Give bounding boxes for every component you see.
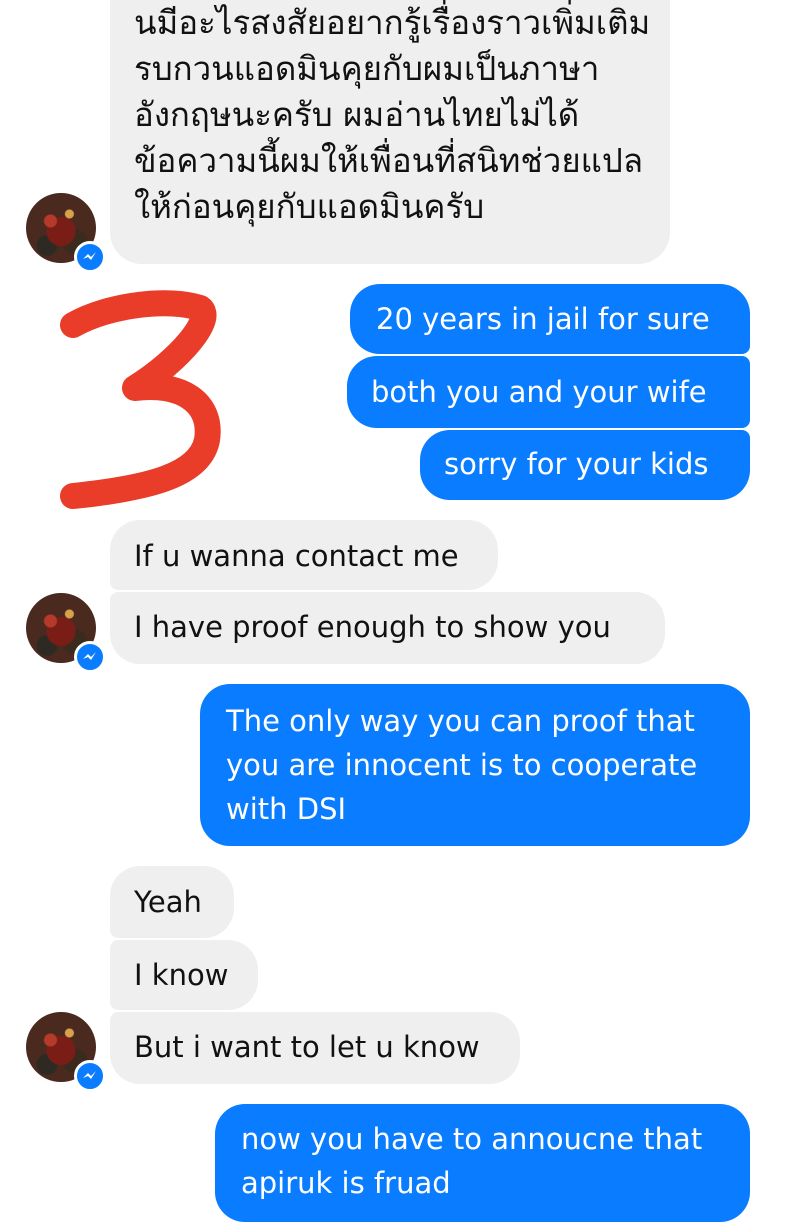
- avatar[interactable]: [26, 193, 106, 273]
- messenger-icon: [74, 1060, 106, 1092]
- message-text: sorry for your kids: [444, 447, 709, 481]
- message-text: But i want to let u know: [134, 1030, 480, 1064]
- message-line: รบกวนแอดมินคุยกับผมเป็นภาษา: [134, 49, 600, 88]
- message-line: you are innocent is to cooperate: [226, 748, 698, 782]
- message-text: Yeah: [134, 885, 202, 919]
- message-text: both you and your wife: [371, 375, 707, 409]
- avatar[interactable]: [26, 593, 106, 673]
- message-bubble-thai[interactable]: นมีอะไรสงสัยอยากรู้เรื่องราวเพิ่มเติม รบ…: [110, 0, 670, 264]
- avatar[interactable]: [26, 1012, 106, 1092]
- message-bubble-in[interactable]: Yeah: [110, 866, 234, 938]
- message-bubble-out[interactable]: both you and your wife: [347, 356, 750, 428]
- message-text: I have proof enough to show you: [134, 610, 611, 644]
- message-line: อังกฤษนะครับ ผมอ่านไทยไม่ได้: [134, 95, 580, 134]
- message-line: now you have to annoucne that: [241, 1122, 703, 1156]
- messenger-icon: [74, 641, 106, 673]
- message-bubble-out[interactable]: The only way you can proof that you are …: [200, 684, 750, 846]
- annotation-text: 3: [55, 290, 56, 291]
- message-bubble-out[interactable]: sorry for your kids: [420, 430, 750, 500]
- message-text: I know: [134, 958, 229, 992]
- message-bubble-out[interactable]: now you have to annoucne that apiruk is …: [215, 1104, 750, 1222]
- message-bubble-out[interactable]: 20 years in jail for sure: [350, 284, 750, 354]
- messenger-icon: [74, 241, 106, 273]
- message-line: with DSI: [226, 792, 347, 826]
- message-text: If u wanna contact me: [134, 539, 459, 573]
- message-bubble-in[interactable]: But i want to let u know: [110, 1012, 520, 1084]
- message-line: นมีอะไรสงสัยอยากรู้เรื่องราวเพิ่มเติม: [134, 3, 651, 42]
- message-bubble-in[interactable]: If u wanna contact me: [110, 520, 498, 590]
- message-bubble-in[interactable]: I have proof enough to show you: [110, 592, 665, 664]
- message-line: apiruk is fruad: [241, 1166, 451, 1200]
- message-line: ข้อความนี้ผมให้เพื่อนที่สนิทช่วยแปล: [134, 141, 644, 180]
- message-line: ให้ก่อนคุยกับแอดมินครับ: [134, 187, 485, 226]
- message-text: 20 years in jail for sure: [376, 302, 710, 336]
- annotation-number-3: 3: [55, 290, 221, 509]
- message-bubble-in[interactable]: I know: [110, 940, 258, 1010]
- message-line: The only way you can proof that: [226, 704, 695, 738]
